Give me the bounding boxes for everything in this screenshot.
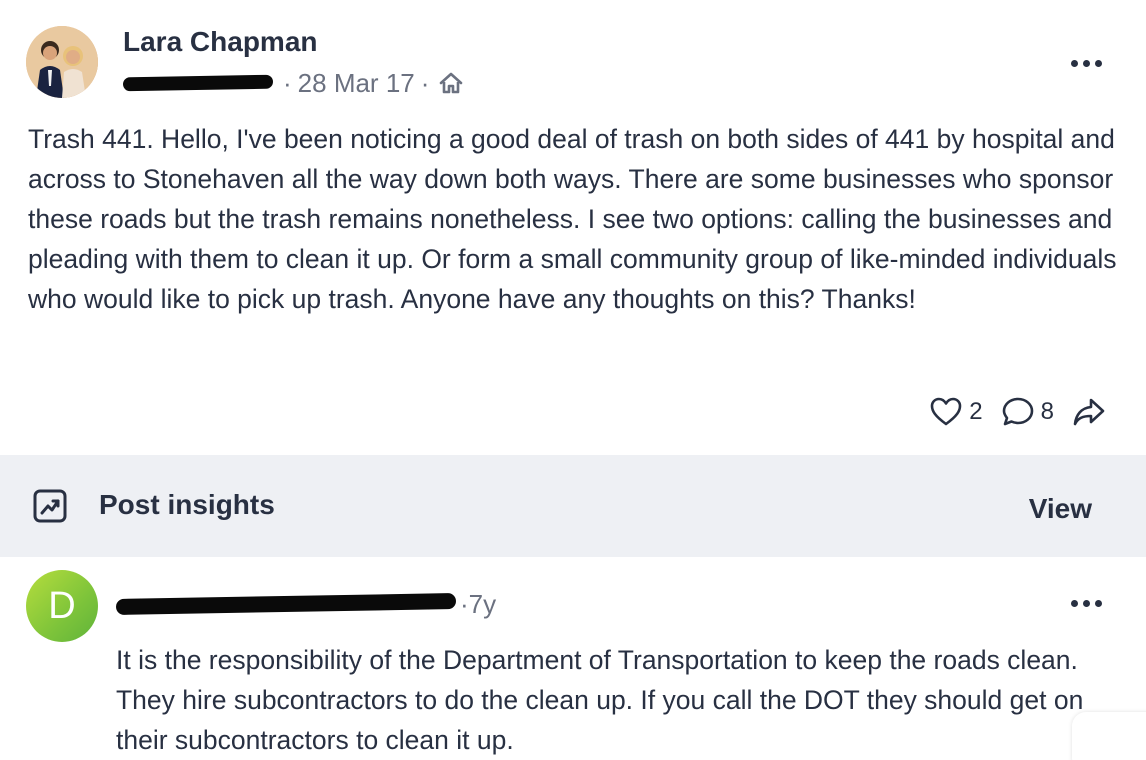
post-actions: 2 8	[929, 392, 1106, 432]
comment-count: 8	[1040, 398, 1054, 425]
heart-icon	[930, 397, 962, 426]
commenter-avatar[interactable]: D	[26, 570, 98, 642]
view-insights-button[interactable]: View	[1029, 493, 1092, 525]
speech-bubble-icon	[1002, 397, 1033, 426]
home-icon	[440, 72, 463, 94]
redacted-location	[122, 74, 274, 92]
comment-age: 7y	[468, 588, 497, 619]
comment-more-options-button[interactable]	[1066, 588, 1106, 618]
comment-text: It is the responsibility of the Departme…	[116, 645, 1084, 755]
trend-chart-icon	[33, 489, 67, 523]
redacted-commenter-name	[115, 593, 457, 615]
meta-separator: ·	[420, 67, 430, 98]
post-date[interactable]: 28 Mar 17	[298, 68, 415, 99]
author-name[interactable]: Lara Chapman	[123, 26, 318, 58]
more-horizontal-icon	[1070, 59, 1078, 67]
floating-card-edge	[1072, 712, 1146, 760]
share-arrow-icon	[1073, 398, 1105, 426]
like-count: 2	[969, 398, 983, 425]
author-avatar[interactable]	[26, 26, 98, 98]
more-dot	[1082, 59, 1090, 67]
share-button[interactable]	[1072, 395, 1106, 429]
post-meta: · 28 Mar 17 ·	[122, 66, 463, 100]
avatar-photo	[26, 26, 98, 98]
comment-meta: · 7y	[115, 588, 497, 620]
comment-button[interactable]: 8	[1001, 395, 1054, 429]
more-horizontal-icon	[1070, 599, 1078, 607]
post-body: Trash 441. Hello, I've been noticing a g…	[28, 124, 1117, 314]
meta-separator: ·	[460, 588, 469, 619]
post-card: Lara Chapman · 28 Mar 17 · Trash 441. He…	[0, 0, 1146, 455]
post-insights-label: Post insights	[99, 489, 275, 520]
more-dot	[1094, 59, 1102, 67]
like-button[interactable]: 2	[929, 395, 983, 429]
page: Lara Chapman · 28 Mar 17 · Trash 441. He…	[0, 0, 1146, 760]
meta-separator: ·	[283, 67, 292, 98]
post-more-options-button[interactable]	[1066, 48, 1106, 78]
more-dot	[1094, 599, 1102, 607]
more-dot	[1082, 599, 1090, 607]
